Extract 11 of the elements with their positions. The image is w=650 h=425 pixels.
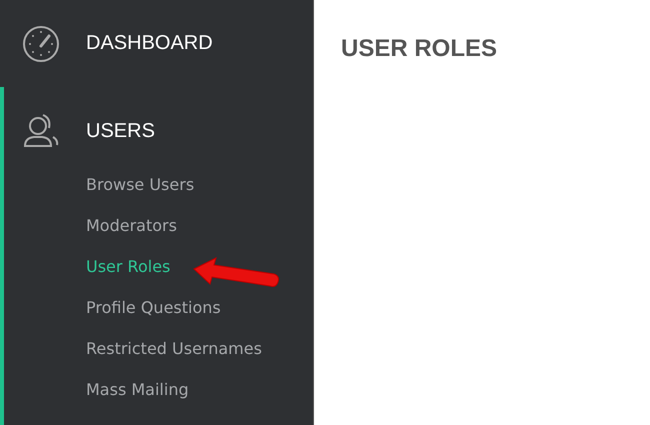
submenu-item[interactable]: Moderators <box>86 216 177 236</box>
submenu-item[interactable]: Mass Mailing <box>86 380 189 400</box>
submenu-item[interactable]: Browse Users <box>86 175 194 195</box>
page-title: USER ROLES <box>341 35 498 63</box>
submenu-item[interactable]: Profile Questions <box>86 298 221 318</box>
users-icon <box>22 112 60 150</box>
sidebar-item[interactable]: DASHBOARD <box>4 0 313 87</box>
submenu-item[interactable]: Restricted Usernames <box>86 339 262 359</box>
submenu-item[interactable]: User Roles <box>86 257 170 277</box>
sidebar-item[interactable]: USERS <box>4 87 313 175</box>
gauge-icon <box>22 24 60 62</box>
